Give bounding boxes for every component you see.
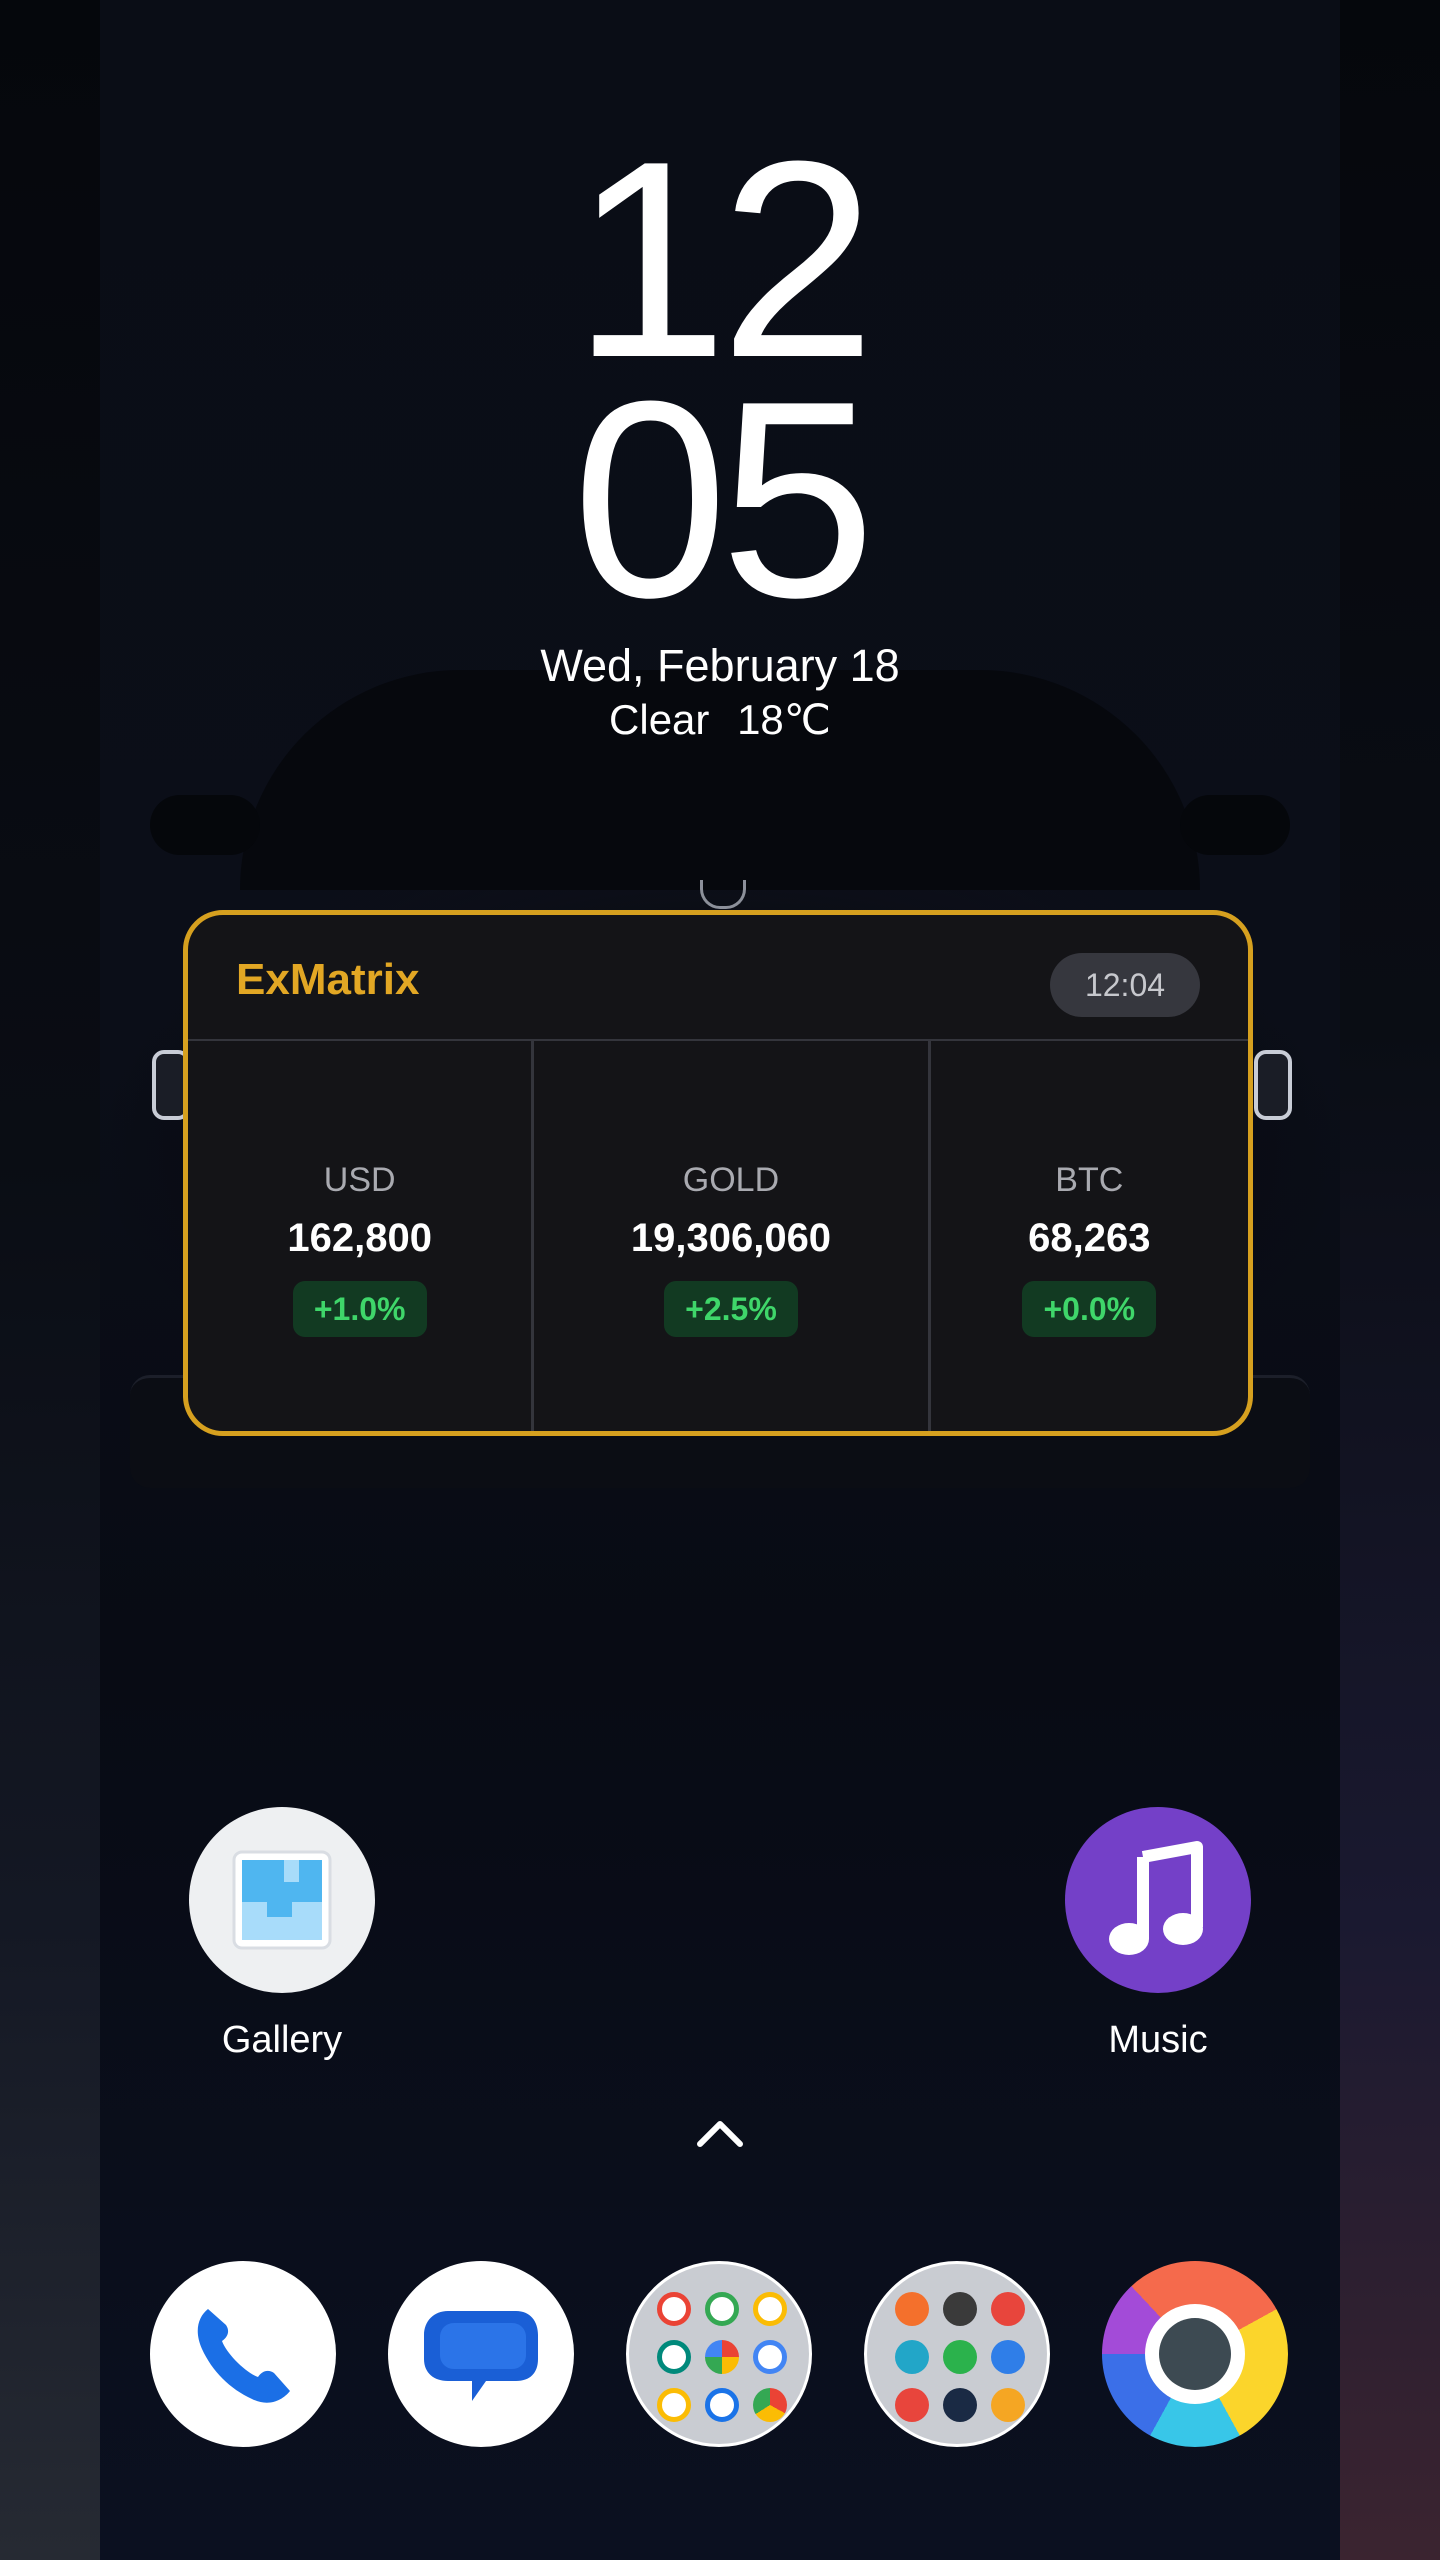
rate-change-badge: +1.0%	[292, 1281, 427, 1337]
wallpaper-mirror	[150, 795, 260, 855]
rate-name: USD	[323, 1161, 396, 1199]
rate-name: BTC	[1055, 1161, 1124, 1199]
chrome-app[interactable]	[1102, 2261, 1288, 2447]
phone-icon	[150, 2261, 336, 2447]
chrome-icon	[1102, 2261, 1288, 2447]
widget-title: ExMatrix	[236, 955, 420, 1004]
weather-condition: Clear	[609, 696, 710, 743]
music-app[interactable]: Music	[1030, 1807, 1286, 2062]
messages-icon	[388, 2261, 574, 2447]
wallpaper-mirror	[1180, 795, 1290, 855]
widget-updated-time: 12:04	[1050, 953, 1200, 1017]
music-note-icon	[1065, 1807, 1251, 1993]
app-label: Gallery	[221, 2019, 343, 2061]
tools-folder[interactable]	[864, 2261, 1050, 2447]
clock-widget[interactable]: 12 05	[0, 120, 1440, 656]
rate-btc[interactable]: BTC 68,263 +0.0%	[927, 1041, 1248, 1431]
rate-change-badge: +2.5%	[663, 1281, 798, 1337]
rate-value: 19,306,060	[630, 1216, 832, 1260]
tools-folder-icon	[864, 2261, 1050, 2447]
chevron-up-icon[interactable]	[694, 2112, 746, 2152]
rate-gold[interactable]: GOLD 19,306,060 +2.5%	[531, 1041, 927, 1431]
rate-usd[interactable]: USD 162,800 +1.0%	[188, 1041, 531, 1431]
rate-change-badge: +0.0%	[1022, 1281, 1157, 1337]
google-apps-folder[interactable]	[626, 2261, 812, 2447]
exmatrix-widget[interactable]: ExMatrix 12:04 USD 162,800 +1.0% GOLD 19…	[183, 910, 1253, 1436]
rate-value: 68,263	[1028, 1216, 1151, 1260]
phone-app[interactable]	[150, 2261, 336, 2447]
gallery-app[interactable]: Gallery	[160, 1807, 404, 2062]
weather-temperature: 18℃	[737, 696, 831, 743]
widget-rates: USD 162,800 +1.0% GOLD 19,306,060 +2.5% …	[188, 1041, 1248, 1431]
messages-app[interactable]	[388, 2261, 574, 2447]
gallery-icon	[189, 1807, 375, 1993]
app-label: Music	[1108, 2019, 1208, 2061]
rate-value: 162,800	[287, 1216, 432, 1260]
wallpaper-headlight	[1254, 1050, 1292, 1120]
rate-name: GOLD	[682, 1161, 780, 1199]
clock-minute: 05	[572, 344, 875, 656]
google-apps-folder-icon	[626, 2261, 812, 2447]
date-text[interactable]: Wed, February 18	[0, 640, 1440, 692]
widget-header: ExMatrix 12:04	[188, 915, 1248, 1041]
weather-text[interactable]: Clear 18℃	[0, 695, 1440, 744]
